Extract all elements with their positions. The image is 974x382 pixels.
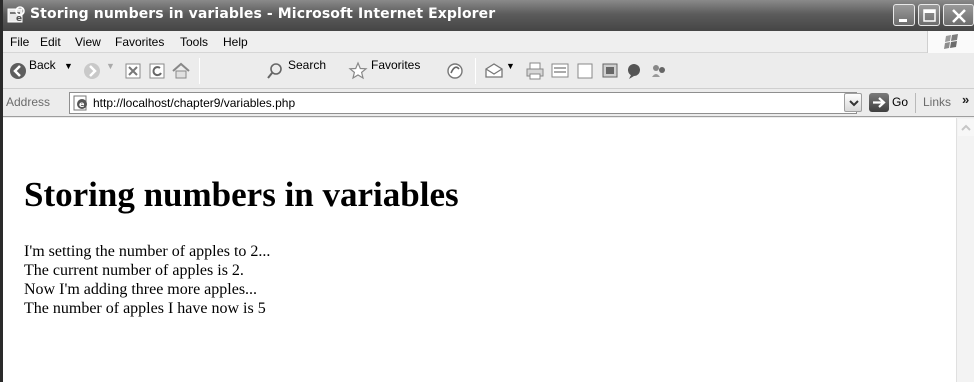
- minimize-button[interactable]: [893, 4, 915, 26]
- svg-text:e: e: [16, 14, 22, 24]
- search-button-label[interactable]: Search: [288, 58, 326, 72]
- back-arrow-icon[interactable]: [8, 59, 28, 83]
- output-line: The number of apples I have now is 5: [24, 300, 266, 317]
- go-arrow-icon: [873, 97, 886, 108]
- discuss-icon[interactable]: [574, 59, 596, 83]
- ie-page-icon: e: [7, 6, 25, 24]
- window-title: Storing numbers in variables - Microsoft…: [30, 6, 496, 22]
- media-icon[interactable]: [444, 59, 466, 83]
- toolbar-separator: [199, 58, 200, 84]
- people-icon[interactable]: [648, 59, 670, 83]
- output-line: The current number of apples is 2.: [24, 262, 244, 279]
- forward-dropdown-icon[interactable]: ▼: [106, 61, 115, 71]
- mail-icon[interactable]: [483, 59, 505, 83]
- maximize-button[interactable]: [918, 4, 940, 26]
- go-label[interactable]: Go: [892, 95, 908, 109]
- back-button-label[interactable]: Back: [29, 58, 56, 72]
- menu-tools[interactable]: Tools: [180, 35, 208, 49]
- refresh-icon[interactable]: [147, 59, 167, 83]
- chevron-down-icon: [849, 100, 859, 107]
- standard-toolbar: Back ▼ ▼ Search Favorites ▼: [3, 53, 974, 89]
- menu-edit[interactable]: Edit: [40, 35, 61, 49]
- research-icon[interactable]: [599, 59, 621, 83]
- output-line: I'm setting the number of apples to 2...: [24, 243, 271, 260]
- svg-text:e: e: [79, 100, 85, 109]
- toolbar-separator: [475, 58, 476, 84]
- address-input[interactable]: e http://localhost/chapter9/variables.ph…: [69, 92, 857, 114]
- close-button[interactable]: [943, 4, 974, 26]
- favorites-button-label[interactable]: Favorites: [371, 58, 420, 72]
- messenger-icon[interactable]: [623, 59, 645, 83]
- home-icon[interactable]: [170, 59, 192, 83]
- menu-view[interactable]: View: [75, 35, 101, 49]
- output-line: Now I'm adding three more apples...: [24, 281, 258, 298]
- links-separator: [915, 93, 916, 113]
- links-label[interactable]: Links: [923, 95, 951, 109]
- print-icon[interactable]: [524, 59, 546, 83]
- menu-file[interactable]: File: [10, 35, 29, 49]
- page-content: Storing numbers in variables I'm setting…: [3, 118, 956, 382]
- edit-icon[interactable]: [549, 59, 571, 83]
- favorites-star-icon[interactable]: [347, 59, 369, 83]
- search-icon[interactable]: [265, 59, 285, 83]
- address-url[interactable]: http://localhost/chapter9/variables.php: [93, 96, 295, 110]
- address-bar: Address e http://localhost/chapter9/vari…: [3, 89, 974, 117]
- menu-bar: File Edit View Favorites Tools Help: [3, 31, 974, 53]
- title-bar: e Storing numbers in variables - Microso…: [3, 0, 974, 31]
- mail-dropdown-icon[interactable]: ▼: [506, 61, 515, 71]
- links-chevron-icon[interactable]: »: [962, 92, 969, 107]
- address-label: Address: [6, 95, 51, 109]
- windows-logo-icon: [927, 31, 974, 53]
- chevron-up-icon: [961, 124, 971, 131]
- stop-icon[interactable]: [123, 59, 143, 83]
- page-icon: e: [73, 95, 87, 111]
- menu-favorites[interactable]: Favorites: [115, 35, 164, 49]
- address-dropdown-button[interactable]: [844, 93, 862, 112]
- forward-arrow-icon[interactable]: [82, 59, 102, 83]
- page-heading: Storing numbers in variables: [24, 175, 459, 214]
- menu-help[interactable]: Help: [223, 35, 248, 49]
- vertical-scrollbar[interactable]: [956, 118, 974, 382]
- go-button[interactable]: [869, 93, 889, 112]
- browser-window: e Storing numbers in variables - Microso…: [0, 0, 974, 382]
- back-dropdown-icon[interactable]: ▼: [64, 61, 73, 71]
- scroll-up-button[interactable]: [958, 119, 974, 136]
